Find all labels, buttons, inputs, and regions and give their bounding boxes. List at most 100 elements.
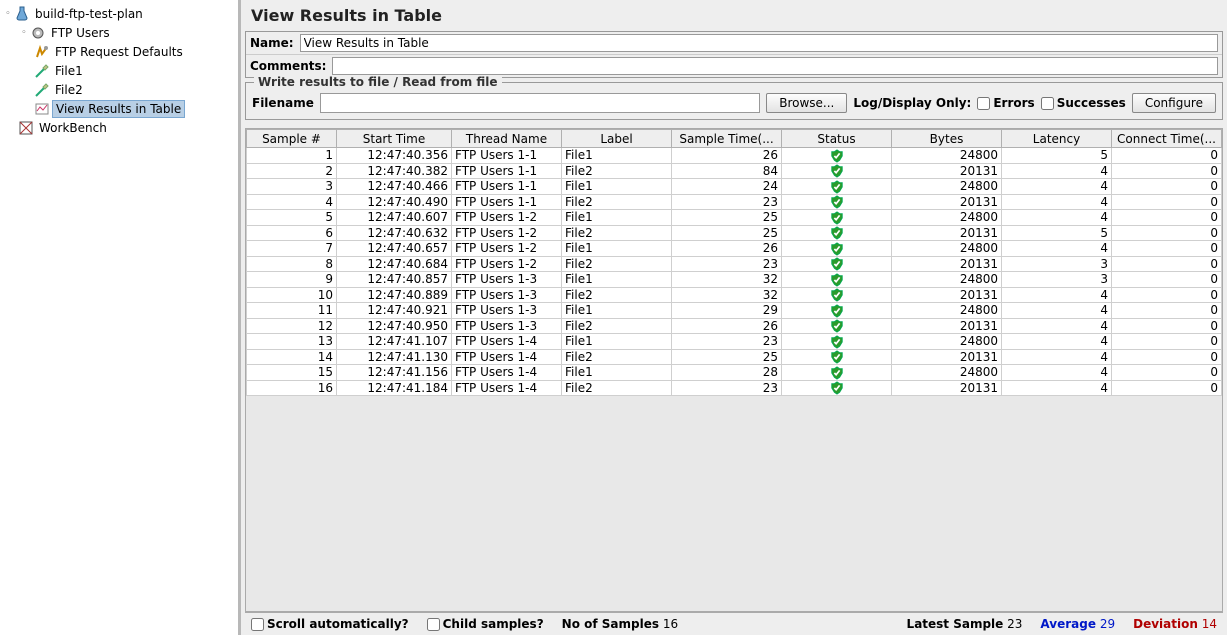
table-row[interactable]: 612:47:40.632FTP Users 1-2File2252013150 — [247, 225, 1222, 241]
success-icon — [830, 303, 844, 317]
errors-checkbox-input[interactable] — [977, 97, 990, 110]
cell-label: File2 — [562, 380, 672, 396]
cell-status — [782, 287, 892, 303]
tree-node-testplan[interactable]: ◦ build-ftp-test-plan — [2, 4, 236, 23]
cell-sample-time: 25 — [672, 210, 782, 226]
column-header[interactable]: Thread Name — [452, 130, 562, 148]
tree-node-threadgroup[interactable]: ◦ FTP Users — [2, 23, 236, 42]
tree-node-child[interactable]: File1 — [2, 61, 236, 80]
samples-count: No of Samples 16 — [562, 617, 678, 631]
cell-sample-time: 26 — [672, 318, 782, 334]
success-icon — [830, 179, 844, 193]
cell-connect-time: 0 — [1112, 318, 1222, 334]
cell-sample-time: 23 — [672, 380, 782, 396]
successes-checkbox-input[interactable] — [1041, 97, 1054, 110]
column-header[interactable]: Status — [782, 130, 892, 148]
comments-label: Comments: — [250, 59, 326, 73]
cell-bytes: 20131 — [892, 225, 1002, 241]
cell-latency: 5 — [1002, 225, 1112, 241]
table-row[interactable]: 1112:47:40.921FTP Users 1-3File129248004… — [247, 303, 1222, 319]
table-row[interactable]: 1012:47:40.889FTP Users 1-3File232201314… — [247, 287, 1222, 303]
tree-node-child[interactable]: FTP Request Defaults — [2, 42, 236, 61]
table-row[interactable]: 712:47:40.657FTP Users 1-2File1262480040 — [247, 241, 1222, 257]
cell-latency: 4 — [1002, 210, 1112, 226]
toggle-icon[interactable]: ◦ — [2, 8, 14, 20]
configure-button[interactable]: Configure — [1132, 93, 1216, 113]
cell-connect-time: 0 — [1112, 225, 1222, 241]
cell-connect-time: 0 — [1112, 287, 1222, 303]
table-row[interactable]: 1212:47:40.950FTP Users 1-3File226201314… — [247, 318, 1222, 334]
tree-node-child[interactable]: View Results in Table — [2, 99, 236, 118]
table-row[interactable]: 312:47:40.466FTP Users 1-1File1242480040 — [247, 179, 1222, 195]
table-row[interactable]: 1612:47:41.184FTP Users 1-4File223201314… — [247, 380, 1222, 396]
success-icon — [830, 350, 844, 364]
table-row[interactable]: 412:47:40.490FTP Users 1-1File2232013140 — [247, 194, 1222, 210]
cell-latency: 4 — [1002, 287, 1112, 303]
table-row[interactable]: 1512:47:41.156FTP Users 1-4File128248004… — [247, 365, 1222, 381]
table-empty-area — [246, 396, 1222, 611]
cell-start-time: 12:47:40.684 — [337, 256, 452, 272]
cell-label: File2 — [562, 194, 672, 210]
comments-input[interactable] — [332, 57, 1218, 75]
tree-label: build-ftp-test-plan — [32, 6, 146, 22]
tree-node-child[interactable]: File2 — [2, 80, 236, 99]
cell-connect-time: 0 — [1112, 380, 1222, 396]
browse-button[interactable]: Browse... — [766, 93, 847, 113]
toggle-icon[interactable]: ◦ — [18, 27, 30, 39]
cell-latency: 4 — [1002, 163, 1112, 179]
column-header[interactable]: Label — [562, 130, 672, 148]
deviation-label: Deviation — [1133, 617, 1198, 631]
cell-bytes: 20131 — [892, 163, 1002, 179]
table-row[interactable]: 512:47:40.607FTP Users 1-2File1252480040 — [247, 210, 1222, 226]
column-header[interactable]: Sample # — [247, 130, 337, 148]
flask-icon — [14, 6, 30, 22]
table-row[interactable]: 812:47:40.684FTP Users 1-2File2232013130 — [247, 256, 1222, 272]
cell-connect-time: 0 — [1112, 241, 1222, 257]
cell-latency: 4 — [1002, 349, 1112, 365]
cell-status — [782, 349, 892, 365]
cell-label: File2 — [562, 287, 672, 303]
column-header[interactable]: Sample Time(... — [672, 130, 782, 148]
cell-latency: 4 — [1002, 318, 1112, 334]
filename-input[interactable] — [320, 93, 760, 113]
config-icon — [34, 44, 50, 60]
scroll-auto-input[interactable] — [251, 618, 264, 631]
successes-checkbox[interactable]: Successes — [1041, 96, 1126, 110]
child-samples-input[interactable] — [427, 618, 440, 631]
samples-count-value: 16 — [663, 617, 678, 631]
tree-node-workbench[interactable]: WorkBench — [2, 118, 236, 137]
cell-status — [782, 303, 892, 319]
table-row[interactable]: 912:47:40.857FTP Users 1-3File1322480030 — [247, 272, 1222, 288]
cell-status — [782, 225, 892, 241]
cell-bytes: 24800 — [892, 148, 1002, 164]
table-row[interactable]: 112:47:40.356FTP Users 1-1File1262480050 — [247, 148, 1222, 164]
table-row[interactable]: 1412:47:41.130FTP Users 1-4File225201314… — [247, 349, 1222, 365]
cell-start-time: 12:47:40.921 — [337, 303, 452, 319]
cell-label: File1 — [562, 241, 672, 257]
table-row[interactable]: 212:47:40.382FTP Users 1-1File2842013140 — [247, 163, 1222, 179]
child-samples-checkbox[interactable]: Child samples? — [427, 617, 544, 631]
cell-sample: 16 — [247, 380, 337, 396]
cell-sample: 4 — [247, 194, 337, 210]
workbench-icon — [18, 120, 34, 136]
cell-sample-time: 84 — [672, 163, 782, 179]
cell-sample: 2 — [247, 163, 337, 179]
scroll-auto-checkbox[interactable]: Scroll automatically? — [251, 617, 409, 631]
errors-checkbox[interactable]: Errors — [977, 96, 1034, 110]
tree-label: File2 — [52, 82, 86, 98]
success-icon — [830, 319, 844, 333]
cell-connect-time: 0 — [1112, 256, 1222, 272]
cell-thread: FTP Users 1-3 — [452, 318, 562, 334]
cell-sample-time: 25 — [672, 349, 782, 365]
column-header[interactable]: Start Time — [337, 130, 452, 148]
cell-label: File1 — [562, 365, 672, 381]
cell-start-time: 12:47:40.950 — [337, 318, 452, 334]
column-header[interactable]: Latency — [1002, 130, 1112, 148]
name-input[interactable] — [300, 34, 1218, 52]
column-header[interactable]: Connect Time(... — [1112, 130, 1222, 148]
cell-bytes: 24800 — [892, 303, 1002, 319]
column-header[interactable]: Bytes — [892, 130, 1002, 148]
cell-sample: 3 — [247, 179, 337, 195]
cell-thread: FTP Users 1-1 — [452, 194, 562, 210]
table-row[interactable]: 1312:47:41.107FTP Users 1-4File123248004… — [247, 334, 1222, 350]
